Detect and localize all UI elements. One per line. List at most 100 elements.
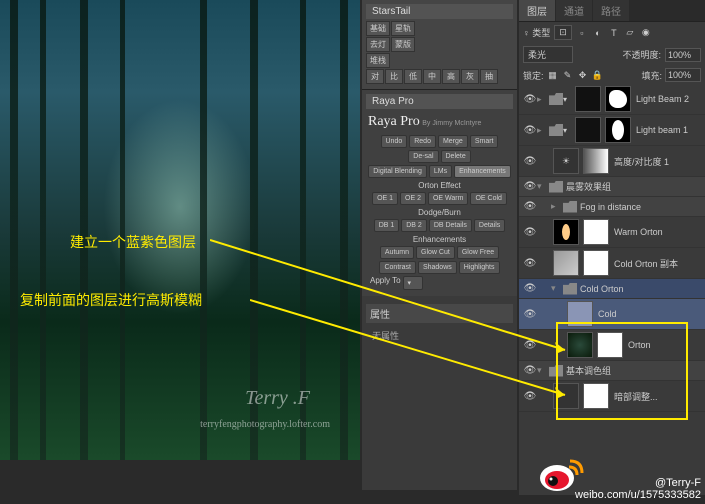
st-btn[interactable]: 蒙版 [391, 37, 415, 52]
raya-lms[interactable]: LMs [429, 165, 452, 178]
fill-label: 填充: [641, 69, 662, 82]
adjustment-icon[interactable]: ☀ [553, 148, 579, 174]
tab-paths[interactable]: 路径 [593, 0, 629, 21]
filter-icon[interactable]: ▫ [576, 27, 588, 39]
fill-input[interactable] [665, 68, 701, 82]
layer-row[interactable]: 👁 ▸ ▾ Light Beam 2 [519, 84, 705, 115]
filter-icon[interactable]: T [608, 27, 620, 39]
mask-thumbnail[interactable] [597, 332, 623, 358]
raya-redo[interactable]: Redo [409, 135, 436, 148]
st-btn[interactable]: 去灯 [366, 37, 390, 52]
layer-group-row[interactable]: 👁 ▾ 晨雾效果组 [519, 177, 705, 197]
tab-channels[interactable]: 通道 [556, 0, 592, 21]
lock-label: 锁定: [523, 69, 544, 82]
raya-panel-label: Raya Pro [366, 94, 513, 109]
chevron-icon[interactable]: ▸ [537, 94, 549, 105]
kind-label: ♀ 类型 [523, 26, 550, 39]
lock-all-icon[interactable]: 🔒 [592, 69, 604, 81]
starstail-panel: StarsTail 基础 星轨 去灯 蒙版 堆栈 对 比 低 中 高 灰 抽 [362, 0, 517, 90]
filter-icon[interactable]: ◐ [592, 27, 604, 39]
visibility-icon[interactable]: 👁 [523, 201, 537, 212]
mask-thumbnail[interactable] [583, 250, 609, 276]
mask-thumbnail[interactable] [583, 148, 609, 174]
chevron-down-icon[interactable]: ▾ [563, 95, 573, 104]
raya-undo[interactable]: Undo [381, 135, 408, 148]
kind-filter[interactable]: ⊡ [554, 25, 572, 40]
layer-name[interactable]: Cold [595, 309, 701, 319]
layer-name[interactable]: Fog in distance [577, 202, 701, 212]
annotation-top: 建立一个蓝紫色图层 [70, 232, 196, 252]
tab-layers[interactable]: 图层 [519, 0, 555, 21]
mask-thumbnail[interactable] [605, 117, 631, 143]
raya-smart[interactable]: Smart [470, 135, 499, 148]
layer-name[interactable]: 晨雾效果组 [563, 180, 701, 193]
raya-title: Raya Pro [368, 112, 420, 131]
visibility-icon[interactable]: 👁 [523, 156, 537, 167]
layer-name[interactable]: Warm Orton [611, 227, 701, 237]
attribution: @Terry-F weibo.com/u/1575333582 [575, 477, 701, 501]
raya-enhancements[interactable]: Enhancements [454, 165, 511, 178]
mask-thumbnail[interactable] [605, 86, 631, 112]
layer-name[interactable]: 高度/对比度 1 [611, 155, 701, 168]
raya-oe1[interactable]: OE 1 [372, 192, 398, 205]
chevron-icon[interactable]: ▸ [537, 125, 549, 136]
raya-oe2[interactable]: OE 2 [400, 192, 426, 205]
raya-dbdetails[interactable]: DB Details [429, 219, 472, 232]
layer-name[interactable]: Orton [625, 340, 701, 350]
layer-name[interactable]: 基本调色组 [563, 364, 701, 377]
st-sm[interactable]: 高 [442, 69, 460, 84]
raya-db2[interactable]: DB 2 [401, 219, 427, 232]
chevron-down-icon[interactable]: ▾ [537, 181, 549, 192]
layer-row[interactable]: 👁 ▸ ▾ Light beam 1 [519, 115, 705, 146]
st-btn[interactable]: 堆栈 [366, 53, 390, 68]
chevron-icon[interactable]: ▸ [551, 201, 563, 212]
raya-delete[interactable]: Delete [441, 150, 471, 163]
visibility-icon[interactable]: 👁 [523, 181, 537, 192]
st-sm[interactable]: 抽 [480, 69, 498, 84]
raya-merge[interactable]: Merge [438, 135, 468, 148]
starstail-title: StarsTail [366, 4, 513, 19]
layer-name[interactable]: Cold Orton [577, 284, 701, 294]
layer-group-row[interactable]: 👁 ▸ Fog in distance [519, 197, 705, 217]
watermark-url: terryfengphotography.lofter.com [200, 419, 330, 430]
lock-transparency-icon[interactable]: ▦ [547, 69, 559, 81]
opacity-input[interactable] [665, 48, 701, 62]
st-sm[interactable]: 灰 [461, 69, 479, 84]
layer-thumbnail[interactable] [575, 117, 601, 143]
raya-desal[interactable]: De-sal [408, 150, 438, 163]
folder-icon [563, 201, 577, 213]
mask-thumbnail[interactable] [583, 383, 609, 409]
raya-db1[interactable]: DB 1 [374, 219, 400, 232]
opacity-label: 不透明度: [622, 48, 661, 61]
raya-details[interactable]: Details [474, 219, 505, 232]
st-btn[interactable]: 基础 [366, 21, 390, 36]
visibility-icon[interactable]: 👁 [523, 94, 537, 105]
st-sm[interactable]: 对 [366, 69, 384, 84]
layer-name[interactable]: 暗部调整... [611, 390, 701, 403]
st-sm[interactable]: 中 [423, 69, 441, 84]
layer-name[interactable]: Light beam 1 [633, 125, 701, 135]
raya-digital-blending[interactable]: Digital Blending [368, 165, 427, 178]
layer-name[interactable]: Cold Orton 副本 [611, 257, 701, 270]
raya-subtitle: By Jimmy McIntyre [422, 120, 481, 127]
raya-oecold[interactable]: OE Cold [470, 192, 506, 205]
st-sm[interactable]: 低 [404, 69, 422, 84]
attribution-url: weibo.com/u/1575333582 [575, 489, 701, 501]
st-btn[interactable]: 星轨 [391, 21, 415, 36]
filter-icon[interactable]: ◉ [640, 27, 652, 39]
raya-section-orton: Orton Effect [366, 181, 513, 190]
lock-paint-icon[interactable]: ✎ [562, 69, 574, 81]
raya-oewarm[interactable]: OE Warm [428, 192, 468, 205]
mask-thumbnail[interactable] [583, 219, 609, 245]
layer-thumbnail[interactable] [575, 86, 601, 112]
visibility-icon[interactable]: 👁 [523, 125, 537, 136]
layer-name[interactable]: Light Beam 2 [633, 94, 701, 104]
raya-section-dodge: Dodge/Burn [366, 208, 513, 217]
layer-row[interactable]: 👁 ☀ 高度/对比度 1 [519, 146, 705, 177]
blend-mode-select[interactable]: 柔光 [523, 46, 573, 63]
filter-icon[interactable]: ▱ [624, 27, 636, 39]
attribution-handle: @Terry-F [575, 477, 701, 489]
st-sm[interactable]: 比 [385, 69, 403, 84]
lock-position-icon[interactable]: ✥ [577, 69, 589, 81]
chevron-down-icon[interactable]: ▾ [563, 126, 573, 135]
